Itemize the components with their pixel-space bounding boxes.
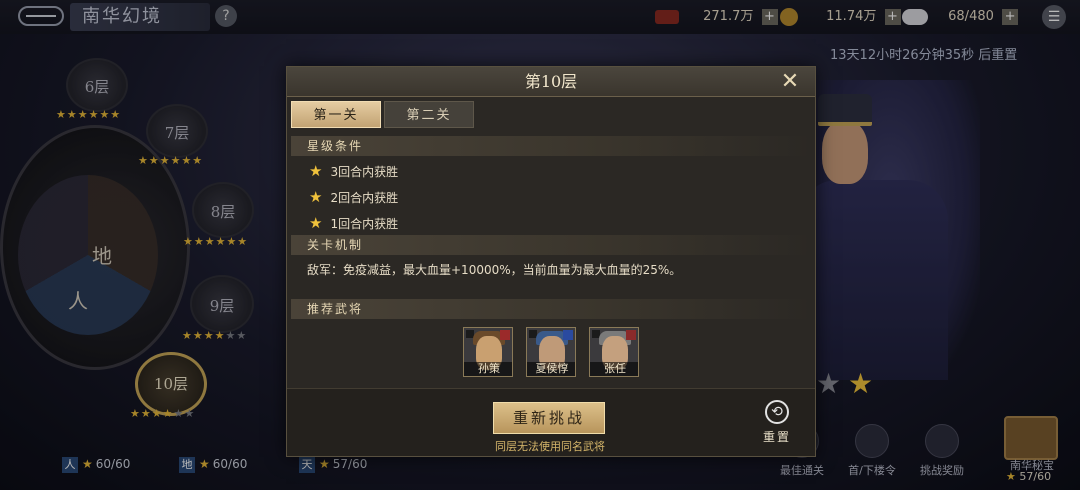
hero-name: 张任 [590, 362, 638, 376]
faction-badge-icon [500, 330, 510, 340]
close-icon[interactable]: ✕ [779, 71, 801, 93]
hero-name: 孙策 [464, 362, 512, 376]
reset-button[interactable]: ⟲ 重置 [757, 400, 797, 446]
condition-item: ★ 3回合内获胜 [309, 162, 399, 180]
recommended-heroes-header: 推荐武将 [291, 299, 811, 319]
faction-badge-icon [626, 330, 636, 340]
hero-card-zhang-ren[interactable]: 张任 [589, 327, 639, 377]
mechanic-header: 关卡机制 [291, 235, 811, 255]
refresh-icon: ⟲ [765, 400, 789, 424]
faction-badge-icon [563, 330, 573, 340]
tab-stage-2[interactable]: 第二关 [384, 101, 474, 128]
footer-note: 同层无法使用同名武将 [495, 440, 605, 453]
star-icon: ★ [309, 162, 323, 180]
mechanic-text: 敌军：免疫减益，最大血量+10000%，当前血量为最大血量的25%。 [307, 263, 682, 277]
star-conditions-header: 星级条件 [291, 136, 811, 156]
hero-card-xiahou-dun[interactable]: 夏侯惇 [526, 327, 576, 377]
hero-name: 夏侯惇 [527, 362, 575, 376]
star-icon: ★ [309, 214, 323, 232]
star-icon: ★ [309, 188, 323, 206]
modal-title: 第10层 [524, 72, 578, 91]
hero-card-sun-ce[interactable]: 孙策 [463, 327, 513, 377]
condition-item: ★ 2回合内获胜 [309, 188, 399, 206]
condition-item: ★ 1回合内获胜 [309, 214, 399, 232]
modal-header: 第10层 ✕ [287, 67, 815, 97]
floor-detail-modal: 第10层 ✕ 第一关 第二关 星级条件 ★ 3回合内获胜 ★ 2回合内获胜 ★ 1回合… [286, 66, 816, 457]
reset-label: 重置 [762, 430, 791, 444]
tab-stage-1[interactable]: 第一关 [291, 101, 381, 128]
rechallenge-button[interactable]: 重新挑战 [493, 402, 605, 434]
